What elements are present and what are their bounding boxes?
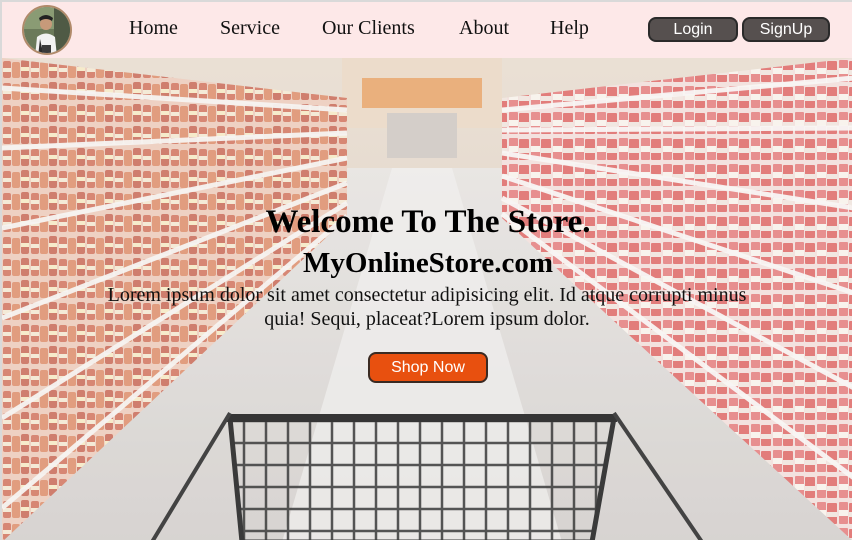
shop-now-button[interactable]: Shop Now [368,352,488,383]
nav-help-link[interactable]: Help [550,17,589,40]
signup-button[interactable]: SignUp [742,17,830,42]
hero-title: Welcome To The Store. [265,204,591,240]
nav-service-link[interactable]: Service [220,17,280,40]
nav-our-clients-link[interactable]: Our Clients [322,17,415,40]
nav-home-link[interactable]: Home [129,17,178,40]
navbar: Home Service Our Clients About Help Logi… [2,2,852,58]
login-button[interactable]: Login [648,17,738,42]
page: Home Service Our Clients About Help Logi… [0,0,852,540]
nav-about-link[interactable]: About [459,17,509,40]
hero-subtitle: MyOnlineStore.com [303,247,553,279]
hero-description: Lorem ipsum dolor sit amet consectetur a… [107,284,747,330]
hero-section: Welcome To The Store. MyOnlineStore.com … [2,58,852,540]
